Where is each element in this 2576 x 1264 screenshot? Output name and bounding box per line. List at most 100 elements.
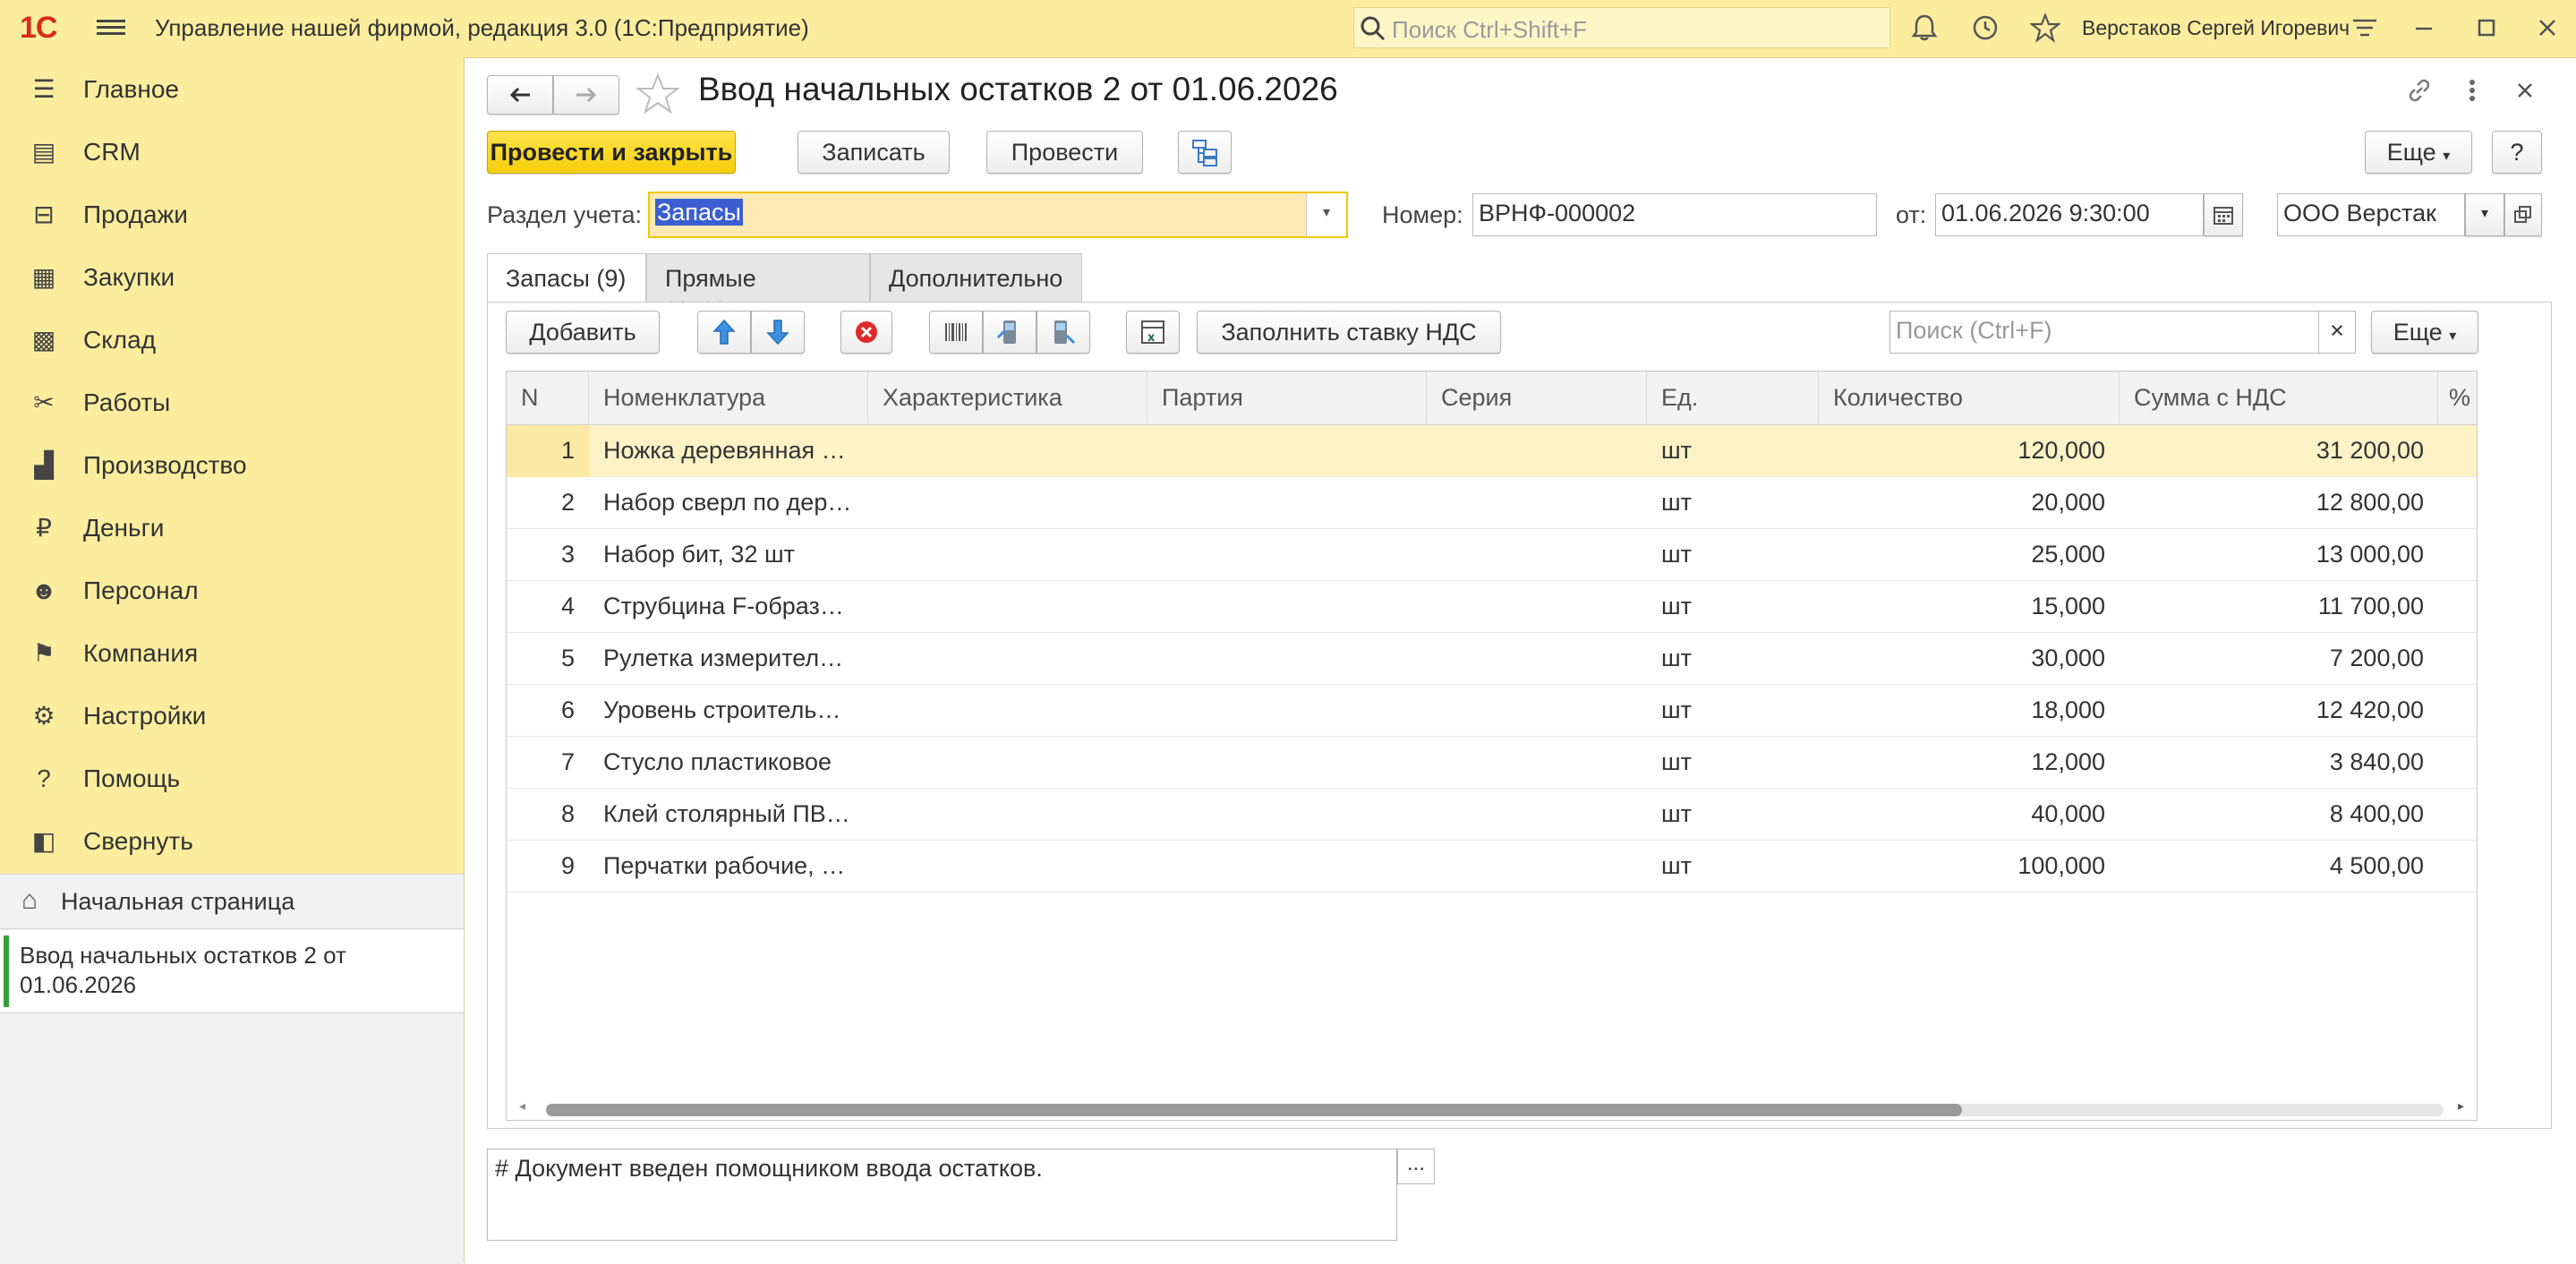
cell-series[interactable] bbox=[1427, 789, 1647, 841]
cell-batch[interactable] bbox=[1147, 789, 1427, 841]
column-header-percent[interactable]: % bbox=[2438, 372, 2477, 425]
table-row[interactable]: 7 Стусло пластиковое шт 12,000 3 840,00 bbox=[507, 737, 2477, 789]
structure-button[interactable] bbox=[1178, 131, 1232, 174]
cell-batch[interactable] bbox=[1147, 633, 1427, 685]
section-dropdown-icon[interactable]: ▾ bbox=[1306, 193, 1346, 236]
calendar-button[interactable] bbox=[2204, 193, 2243, 236]
cell-batch[interactable] bbox=[1147, 425, 1427, 477]
horizontal-scrollbar[interactable]: ◂ ▸ bbox=[507, 1098, 2477, 1120]
delete-row-button[interactable] bbox=[840, 311, 892, 354]
sidebar-item-money[interactable]: ₽ Деньги bbox=[0, 501, 464, 555]
maximize-icon[interactable] bbox=[2470, 13, 2503, 45]
table-more-button[interactable]: Еще ▾ bbox=[2371, 311, 2478, 354]
table-row[interactable]: 6 Уровень строитель… шт 18,000 12 420,00 bbox=[507, 685, 2477, 737]
cell-nomenclature[interactable]: Струбцина F-образ… bbox=[589, 581, 868, 633]
history-icon[interactable] bbox=[1969, 13, 2001, 45]
sidebar-item-production[interactable]: ▟ Производство bbox=[0, 439, 464, 492]
link-icon[interactable] bbox=[2404, 75, 2435, 110]
favorite-star-icon[interactable] bbox=[635, 72, 680, 121]
table-row[interactable]: 4 Струбцина F-образ… шт 15,000 11 700,00 bbox=[507, 581, 2477, 633]
cell-characteristic[interactable] bbox=[868, 477, 1147, 529]
cell-nomenclature[interactable]: Рулетка измерител… bbox=[589, 633, 868, 685]
cell-n[interactable]: 9 bbox=[507, 841, 589, 892]
cell-unit[interactable]: шт bbox=[1647, 841, 1819, 892]
cell-unit[interactable]: шт bbox=[1647, 685, 1819, 737]
cell-quantity[interactable]: 30,000 bbox=[1819, 633, 2120, 685]
add-row-button[interactable]: Добавить bbox=[506, 311, 660, 354]
post-button[interactable]: Провести bbox=[986, 131, 1143, 174]
cell-quantity[interactable]: 40,000 bbox=[1819, 789, 2120, 841]
sidebar-item-company[interactable]: ⚑ Компания bbox=[0, 627, 464, 680]
cell-unit[interactable]: шт bbox=[1647, 789, 1819, 841]
cell-characteristic[interactable] bbox=[868, 633, 1147, 685]
table-search-input[interactable]: Поиск (Ctrl+F) bbox=[1889, 311, 2319, 354]
sidebar-item-collapse[interactable]: ◧ Свернуть bbox=[0, 815, 464, 868]
cell-batch[interactable] bbox=[1147, 477, 1427, 529]
cell-quantity[interactable]: 15,000 bbox=[1819, 581, 2120, 633]
cell-nomenclature[interactable]: Ножка деревянная … bbox=[589, 425, 868, 477]
cell-amount[interactable]: 11 700,00 bbox=[2120, 581, 2438, 633]
favorites-icon[interactable] bbox=[2028, 13, 2062, 45]
cell-quantity[interactable]: 25,000 bbox=[1819, 529, 2120, 581]
cell-quantity[interactable]: 20,000 bbox=[1819, 477, 2120, 529]
cell-n[interactable]: 3 bbox=[507, 529, 589, 581]
minimize-icon[interactable] bbox=[2408, 13, 2440, 45]
sidebar-item-works[interactable]: ✂ Работы bbox=[0, 376, 464, 430]
sidebar-item-crm[interactable]: ▤ CRM bbox=[0, 125, 464, 179]
global-search-input[interactable]: Поиск Ctrl+Shift+F bbox=[1353, 7, 1890, 48]
scroll-left-icon[interactable]: ◂ bbox=[519, 1098, 525, 1114]
comment-field[interactable]: # Документ введен помощником ввода остат… bbox=[487, 1149, 1397, 1241]
help-button[interactable]: ? bbox=[2492, 131, 2542, 174]
cell-batch[interactable] bbox=[1147, 737, 1427, 789]
cell-characteristic[interactable] bbox=[868, 425, 1147, 477]
cell-n[interactable]: 7 bbox=[507, 737, 589, 789]
more-button[interactable]: Еще ▾ bbox=[2365, 131, 2472, 174]
table-row[interactable]: 3 Набор бит, 32 шт шт 25,000 13 000,00 bbox=[507, 529, 2477, 581]
cell-amount[interactable]: 13 000,00 bbox=[2120, 529, 2438, 581]
cell-characteristic[interactable] bbox=[868, 841, 1147, 892]
cell-unit[interactable]: шт bbox=[1647, 633, 1819, 685]
cell-series[interactable] bbox=[1427, 581, 1647, 633]
cell-characteristic[interactable] bbox=[868, 529, 1147, 581]
cell-n[interactable]: 1 bbox=[507, 425, 589, 477]
cell-quantity[interactable]: 18,000 bbox=[1819, 685, 2120, 737]
cell-nomenclature[interactable]: Набор сверл по дер… bbox=[589, 477, 868, 529]
organization-open-button[interactable] bbox=[2504, 193, 2542, 236]
cell-batch[interactable] bbox=[1147, 529, 1427, 581]
cell-n[interactable]: 6 bbox=[507, 685, 589, 737]
cell-batch[interactable] bbox=[1147, 581, 1427, 633]
cell-batch[interactable] bbox=[1147, 685, 1427, 737]
scroll-thumb[interactable] bbox=[546, 1104, 1962, 1116]
cell-batch[interactable] bbox=[1147, 841, 1427, 892]
cell-amount[interactable]: 12 800,00 bbox=[2120, 477, 2438, 529]
sidebar-item-warehouse[interactable]: ▩ Склад bbox=[0, 313, 464, 367]
sidebar-item-purchases[interactable]: ▦ Закупки bbox=[0, 251, 464, 304]
section-input[interactable]: Запасы ▾ bbox=[648, 192, 1348, 238]
forward-button[interactable] bbox=[553, 75, 619, 115]
comment-expand-button[interactable]: ... bbox=[1397, 1149, 1435, 1184]
current-user[interactable]: Верстаков Сергей Игоревич bbox=[2082, 16, 2350, 40]
table-row[interactable]: 9 Перчатки рабочие, … шт 100,000 4 500,00 bbox=[507, 841, 2477, 892]
cell-nomenclature[interactable]: Перчатки рабочие, … bbox=[589, 841, 868, 892]
settings-lines-icon[interactable] bbox=[2349, 13, 2381, 45]
cell-characteristic[interactable] bbox=[868, 789, 1147, 841]
move-down-button[interactable] bbox=[751, 311, 805, 354]
table-row[interactable]: 2 Набор сверл по дер… шт 20,000 12 800,00 bbox=[507, 477, 2477, 529]
clear-search-button[interactable]: × bbox=[2318, 311, 2356, 354]
table-row[interactable]: 1 Ножка деревянная … шт 120,000 31 200,00 bbox=[507, 425, 2477, 477]
cell-amount[interactable]: 4 500,00 bbox=[2120, 841, 2438, 892]
scroll-right-icon[interactable]: ▸ bbox=[2458, 1098, 2464, 1114]
cell-unit[interactable]: шт bbox=[1647, 425, 1819, 477]
column-header-amount[interactable]: Сумма с НДС bbox=[2120, 372, 2438, 425]
cell-series[interactable] bbox=[1427, 685, 1647, 737]
cell-n[interactable]: 8 bbox=[507, 789, 589, 841]
column-header-series[interactable]: Серия bbox=[1427, 372, 1647, 425]
cell-quantity[interactable]: 12,000 bbox=[1819, 737, 2120, 789]
sidebar-item-help[interactable]: ? Помощь bbox=[0, 752, 464, 806]
cell-characteristic[interactable] bbox=[868, 737, 1147, 789]
notifications-icon[interactable] bbox=[1908, 13, 1941, 45]
tab-direct-costs[interactable]: Прямые затраты bbox=[646, 253, 870, 320]
column-header-unit[interactable]: Ед. bbox=[1647, 372, 1819, 425]
cell-n[interactable]: 2 bbox=[507, 477, 589, 529]
date-input[interactable]: 01.06.2026 9:30:00 bbox=[1935, 193, 2204, 236]
